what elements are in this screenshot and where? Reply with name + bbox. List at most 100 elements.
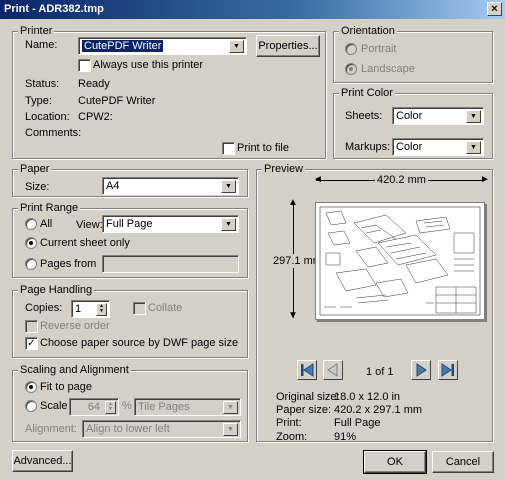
chevron-down-icon[interactable]: ▼ (229, 40, 244, 53)
status-label: Status: (25, 78, 60, 90)
location-value: CPW2: (78, 111, 113, 123)
current-sheet-radio[interactable] (25, 237, 37, 249)
copies-stepper[interactable]: 1 ▲ ▼ (71, 300, 110, 318)
printer-group-label: Printer (18, 25, 55, 37)
width-arrow-left-icon: ◄ (313, 174, 323, 185)
always-use-checkbox[interactable] (78, 59, 91, 72)
last-page-button[interactable] (438, 360, 458, 380)
page-handling-group-label: Page Handling (18, 284, 95, 296)
paper-size-info-value: 420.2 x 297.1 mm (334, 404, 423, 416)
copies-label: Copies: (25, 302, 63, 314)
landscape-radio[interactable] (345, 63, 357, 75)
chevron-down-icon[interactable]: ▼ (223, 401, 238, 414)
width-dimension: 420.2 mm (375, 174, 428, 186)
all-label: All (40, 218, 53, 230)
portrait-label: Portrait (361, 43, 397, 55)
print-info-label: Print: (276, 417, 302, 429)
portrait-radio[interactable] (345, 43, 357, 55)
print-to-file-label: Print to file (237, 142, 289, 154)
zoom-info-value: 91% (334, 431, 357, 443)
properties-label: Properties... (258, 40, 318, 52)
zoom-info-label: Zoom: (276, 431, 308, 443)
sheets-select[interactable]: Color ▼ (392, 107, 484, 125)
sheets-value: Color (396, 110, 423, 122)
next-page-button[interactable] (411, 360, 431, 380)
paper-size-label: Size: (25, 181, 50, 193)
copies-value: 1 (75, 303, 82, 315)
advanced-label: Advanced... (13, 455, 72, 467)
alignment-select[interactable]: Align to lower left ▼ (82, 420, 241, 438)
paper-group-label: Paper (18, 163, 52, 175)
type-value: CutePDF Writer (78, 95, 156, 107)
height-arrow-down-icon: ▼ (288, 310, 298, 321)
ok-label: OK (387, 456, 403, 468)
sheets-label: Sheets: (345, 110, 383, 122)
print-info-value: Full Page (334, 417, 381, 429)
markups-select[interactable]: Color ▼ (392, 138, 484, 156)
page-preview (315, 202, 485, 320)
prev-page-button[interactable] (323, 360, 343, 380)
paper-size-value: A4 (106, 180, 120, 192)
all-radio[interactable] (25, 218, 37, 230)
properties-button[interactable]: Properties... (256, 35, 320, 57)
orientation-group-label: Orientation (339, 25, 397, 37)
choose-paper-label: Choose paper source by DWF page size (40, 337, 239, 349)
spinner-arrows-icon[interactable]: ▲ ▼ (105, 401, 116, 414)
orientation-group: Orientation (333, 25, 493, 83)
advanced-button[interactable]: Advanced... (12, 450, 73, 472)
scale-label: Scale (40, 400, 68, 412)
paper-size-select[interactable]: A4 ▼ (102, 177, 239, 195)
scale-radio[interactable] (25, 400, 37, 412)
reverse-order-label: Reverse order (40, 320, 110, 332)
scale-input[interactable]: 64 ▲ ▼ (69, 398, 119, 416)
chevron-down-icon[interactable]: ▼ (223, 423, 238, 436)
always-use-label: Always use this printer (93, 59, 204, 71)
pages-from-radio[interactable] (25, 258, 37, 270)
markups-value: Color (396, 141, 423, 153)
current-sheet-label: Current sheet only (40, 237, 130, 249)
spinner-arrows-icon[interactable]: ▲ ▼ (96, 303, 107, 316)
paper-size-info-label: Paper size: (276, 404, 332, 416)
collate-checkbox[interactable] (133, 302, 146, 315)
pages-from-label: Pages from (40, 258, 97, 270)
print-color-group-label: Print Color (339, 87, 395, 99)
printer-name-select[interactable]: CutePDF Writer ▼ (78, 37, 247, 55)
close-icon[interactable]: × (487, 2, 502, 16)
chevron-down-icon[interactable]: ▼ (466, 141, 481, 154)
markups-label: Markups: (345, 141, 391, 153)
percent-label: % (122, 400, 132, 412)
pages-from-input[interactable] (102, 255, 239, 273)
title-bar: Print - ADR382.tmp (0, 0, 505, 19)
print-range-group-label: Print Range (18, 202, 81, 214)
width-arrow-right-icon: ► (480, 174, 490, 185)
height-arrow-up-icon: ▲ (288, 197, 298, 208)
next-page-icon (416, 363, 427, 377)
ok-button[interactable]: OK (363, 450, 427, 474)
first-page-icon (301, 363, 314, 377)
chevron-down-icon[interactable]: ▼ (221, 180, 236, 193)
collate-label: Collate (148, 302, 183, 314)
original-size-value: 18.0 x 12.0 in (334, 391, 401, 403)
chevron-down-icon[interactable]: ▼ (466, 110, 481, 123)
printer-name-value: CutePDF Writer (82, 40, 164, 52)
fit-to-page-radio[interactable] (25, 381, 37, 393)
choose-paper-checkbox[interactable]: ✓ (25, 337, 38, 350)
fit-to-page-label: Fit to page (40, 381, 92, 393)
drawing-thumbnail (319, 206, 481, 316)
page-indicator: 1 of 1 (366, 366, 394, 378)
printer-name-label: Name: (25, 39, 58, 51)
cancel-label: Cancel (445, 456, 481, 468)
scale-value: 64 (87, 401, 100, 413)
first-page-button[interactable] (297, 360, 317, 380)
cancel-button[interactable]: Cancel (432, 451, 494, 473)
alignment-label: Alignment: (25, 423, 77, 435)
tile-pages-select[interactable]: Tile Pages ▼ (134, 398, 241, 416)
chevron-down-icon[interactable]: ▼ (221, 218, 236, 231)
tile-pages-value: Tile Pages (138, 401, 190, 413)
print-to-file-checkbox[interactable] (222, 142, 235, 155)
alignment-value: Align to lower left (86, 423, 170, 435)
view-value: Full Page (106, 218, 153, 230)
reverse-order-checkbox[interactable] (25, 320, 38, 333)
comments-label: Comments: (25, 127, 82, 139)
view-select[interactable]: Full Page ▼ (102, 215, 239, 233)
